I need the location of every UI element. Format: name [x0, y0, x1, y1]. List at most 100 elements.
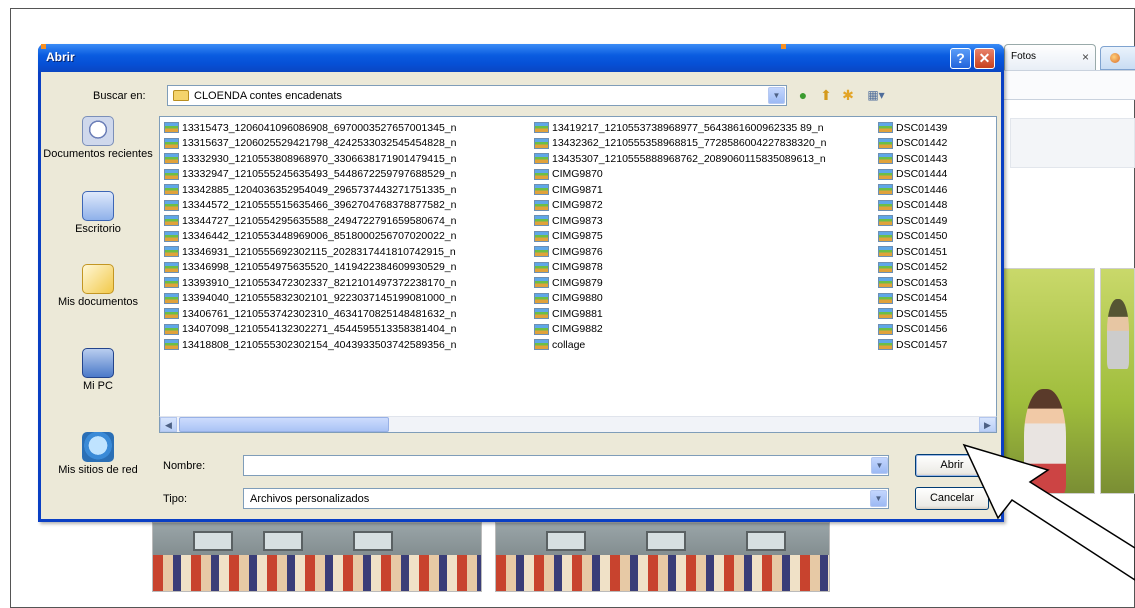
image-file-icon	[878, 184, 893, 196]
selection-handle	[781, 44, 786, 49]
chevron-down-icon[interactable]: ▼	[768, 87, 785, 104]
file-name: 13419217_1210553738968977_56438616009623…	[552, 121, 824, 134]
file-item[interactable]: CIMG9878	[534, 260, 878, 276]
file-type-select[interactable]: Archivos personalizados ▼	[243, 488, 889, 509]
browser-tab-2[interactable]	[1100, 46, 1135, 70]
file-item[interactable]: CIMG9876	[534, 244, 878, 260]
place-desktop[interactable]: Escritorio	[43, 191, 153, 236]
class-photo-thumbnail[interactable]	[152, 522, 482, 592]
help-button[interactable]: ?	[950, 48, 971, 69]
tab-close-icon[interactable]: ×	[1082, 50, 1089, 64]
file-item[interactable]: DSC01449	[878, 213, 996, 229]
file-name: DSC01452	[896, 261, 948, 274]
file-item[interactable]: 13344727_1210554295635588_24947227916595…	[164, 213, 532, 229]
browser-toolbar	[1010, 118, 1135, 168]
place-my-documents[interactable]: Mis documentos	[43, 264, 153, 309]
image-file-icon	[878, 277, 893, 289]
file-item[interactable]: 13315473_1206041096086908_69700035276570…	[164, 120, 532, 136]
scroll-right-icon[interactable]: ▶	[979, 417, 996, 432]
file-item[interactable]: 13346442_1210553448969006_85180002567070…	[164, 229, 532, 245]
file-item[interactable]: DSC01444	[878, 167, 996, 183]
file-item[interactable]: 13332947_1210555245635493_54486722597976…	[164, 167, 532, 183]
file-item[interactable]: DSC01457	[878, 337, 996, 353]
image-file-icon	[534, 184, 549, 196]
file-item[interactable]: DSC01448	[878, 198, 996, 214]
browser-tab-fotos[interactable]: Fotos ×	[1004, 44, 1096, 70]
view-menu-icon[interactable]: ▦▾	[861, 85, 891, 105]
file-name: 13393910_1210553472302337_82121014973722…	[182, 276, 457, 289]
dialog-titlebar[interactable]: Abrir ? ✕	[38, 44, 1004, 72]
file-item[interactable]: DSC01456	[878, 322, 996, 338]
file-item[interactable]: CIMG9875	[534, 229, 878, 245]
file-item[interactable]: CIMG9881	[534, 306, 878, 322]
file-item[interactable]: CIMG9872	[534, 198, 878, 214]
file-item[interactable]: collage	[534, 337, 878, 353]
file-list[interactable]: 13315473_1206041096086908_69700035276570…	[159, 116, 997, 432]
image-file-icon	[164, 122, 179, 134]
file-item[interactable]: CIMG9879	[534, 275, 878, 291]
file-item[interactable]: 13346931_1210555692302115_20283174418107…	[164, 244, 532, 260]
file-item[interactable]: DSC01453	[878, 275, 996, 291]
file-item[interactable]: CIMG9870	[534, 167, 878, 183]
file-name: DSC01457	[896, 338, 948, 351]
image-file-icon	[534, 137, 549, 149]
chevron-down-icon[interactable]: ▼	[870, 490, 887, 507]
place-my-computer[interactable]: Mi PC	[43, 348, 153, 393]
file-item[interactable]: 13346998_1210554975635520_14194223846099…	[164, 260, 532, 276]
file-name: CIMG9882	[552, 323, 603, 336]
image-file-icon	[534, 246, 549, 258]
browser-address-bar[interactable]	[1000, 70, 1135, 100]
file-item[interactable]: 13418808_1210555302302154_40439335037425…	[164, 337, 532, 353]
chevron-down-icon[interactable]: ▼	[871, 457, 888, 474]
file-item[interactable]: DSC01450	[878, 229, 996, 245]
class-photo-thumbnail[interactable]	[495, 522, 830, 592]
close-button[interactable]: ✕	[974, 48, 995, 69]
file-item[interactable]: 13406761_1210553742302310_46341708251484…	[164, 306, 532, 322]
file-item[interactable]: DSC01454	[878, 291, 996, 307]
file-item[interactable]: CIMG9882	[534, 322, 878, 338]
new-folder-icon[interactable]: ✱	[838, 85, 858, 105]
file-item[interactable]: 13432362_1210555358968815_77285860042278…	[534, 136, 878, 152]
file-item[interactable]: 13419217_1210553738968977_56438616009623…	[534, 120, 878, 136]
back-icon[interactable]: ●	[793, 85, 813, 105]
file-item[interactable]: DSC01452	[878, 260, 996, 276]
file-name: DSC01455	[896, 307, 948, 320]
file-item[interactable]: 13394040_1210555832302101_92230371451990…	[164, 291, 532, 307]
file-name-input[interactable]	[243, 455, 889, 476]
my-computer-icon	[82, 348, 114, 378]
file-item[interactable]: 13393910_1210553472302337_82121014973722…	[164, 275, 532, 291]
file-item[interactable]: CIMG9873	[534, 213, 878, 229]
image-file-icon	[534, 277, 549, 289]
file-item[interactable]: DSC01455	[878, 306, 996, 322]
file-item[interactable]: CIMG9871	[534, 182, 878, 198]
file-item[interactable]: 13344572_1210555515635466_39627047683788…	[164, 198, 532, 214]
scroll-thumb[interactable]	[179, 417, 389, 432]
file-name: DSC01443	[896, 152, 948, 165]
file-item[interactable]: 13407098_1210554132302271_45445955133583…	[164, 322, 532, 338]
file-name: CIMG9878	[552, 261, 603, 274]
file-name: CIMG9875	[552, 230, 603, 243]
file-item[interactable]: DSC01451	[878, 244, 996, 260]
file-item[interactable]: 13435307_1210555888968762_20890601158350…	[534, 151, 878, 167]
look-in-combo[interactable]: CLOENDA contes encadenats ▼	[167, 85, 787, 106]
image-file-icon	[878, 199, 893, 211]
place-network[interactable]: Mis sitios de red	[43, 432, 153, 477]
file-name: CIMG9870	[552, 168, 603, 181]
file-item[interactable]: DSC01443	[878, 151, 996, 167]
file-item[interactable]: CIMG9880	[534, 291, 878, 307]
file-item[interactable]: 13342885_1204036352954049_29657374432717…	[164, 182, 532, 198]
scroll-left-icon[interactable]: ◀	[160, 417, 177, 432]
horizontal-scrollbar[interactable]: ◀ ▶	[159, 416, 997, 433]
file-name: 13406761_1210553742302310_46341708251484…	[182, 307, 457, 320]
file-item[interactable]: 13332930_1210553808968970_33066381719014…	[164, 151, 532, 167]
file-item[interactable]: DSC01442	[878, 136, 996, 152]
file-item[interactable]: DSC01439	[878, 120, 996, 136]
file-column: 13419217_1210553738968977_56438616009623…	[534, 120, 878, 353]
place-recent-documents[interactable]: Documentos recientes	[43, 116, 153, 161]
image-file-icon	[164, 339, 179, 351]
file-item[interactable]: 13315637_1206025529421798_42425330325454…	[164, 136, 532, 152]
up-folder-icon[interactable]: ⬆	[816, 85, 836, 105]
browser-tab-label: Fotos	[1011, 51, 1037, 62]
file-item[interactable]: DSC01446	[878, 182, 996, 198]
image-file-icon	[164, 261, 179, 273]
